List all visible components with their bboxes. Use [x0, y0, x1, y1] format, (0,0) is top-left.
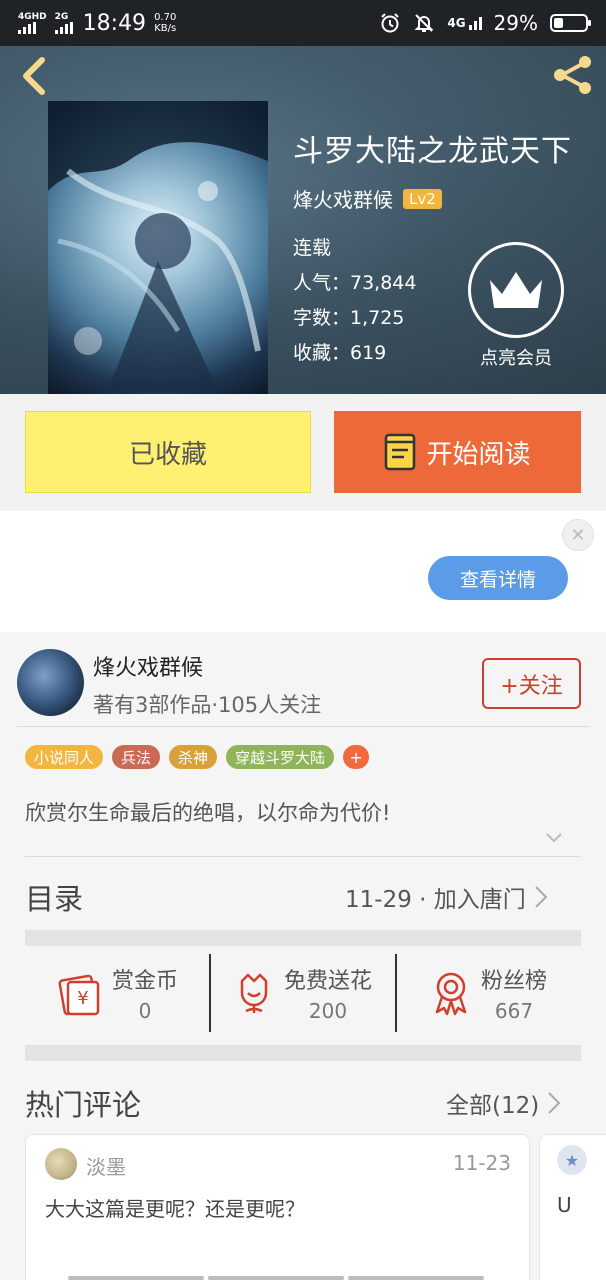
back-arrow-icon: [23, 57, 45, 95]
book-author[interactable]: 烽火戏群候: [293, 184, 393, 213]
comment-text: 大大这篇是更呢？还是更呢？: [45, 1197, 305, 1221]
battery-percent: 29%: [493, 11, 538, 35]
network-speed: 0.70 KB/s: [154, 12, 176, 34]
chevron-down-icon[interactable]: [545, 832, 563, 844]
section-spacer: [25, 1045, 581, 1061]
flower-icon: [240, 973, 268, 1013]
mute-bell-icon: [413, 12, 435, 34]
action-bar: 已收藏 开始阅读: [0, 394, 606, 510]
svg-text:¥: ¥: [77, 988, 88, 1009]
start-reading-button[interactable]: 开始阅读: [334, 411, 581, 493]
follow-button[interactable]: +关注: [482, 658, 581, 709]
speed-value: 0.70: [154, 12, 177, 23]
fans-rank-button[interactable]: 粉丝榜 667: [395, 954, 581, 1032]
network-type-3: 4G: [447, 16, 466, 30]
comment-card[interactable]: ★ U: [539, 1134, 606, 1280]
hot-comments-title: 热门评论: [25, 1088, 142, 1122]
reward-value: 0: [138, 999, 152, 1023]
divider: [17, 726, 589, 727]
signal-2g-icon: 2G: [54, 11, 73, 34]
add-tag-button[interactable]: +: [343, 745, 370, 769]
clock: 18:49: [82, 10, 147, 36]
chevron-right-icon: [548, 1092, 561, 1114]
cover-artwork: [48, 101, 268, 391]
comment-card[interactable]: 淡墨 11-23 大大这篇是更呢？还是更呢？: [25, 1134, 530, 1280]
speed-unit: KB/s: [154, 23, 177, 34]
comment-date: 11-23: [452, 1151, 511, 1175]
tag-item[interactable]: 杀神: [169, 745, 218, 769]
book-title: 斗罗大陆之龙武天下: [293, 134, 572, 169]
signal-4g-icon: 4GHD: [18, 11, 47, 34]
flower-value: 200: [308, 999, 348, 1023]
author-stats: 著有3部作品·105人关注: [93, 693, 322, 717]
section-spacer: [25, 930, 581, 946]
vip-button[interactable]: 点亮会员: [468, 242, 564, 370]
author-level-badge: Lv2: [403, 188, 442, 209]
fans-value: 667: [494, 999, 534, 1023]
ad-close-icon[interactable]: ✕: [562, 519, 594, 551]
network-type-2: 2G: [54, 11, 69, 22]
network-type-1: 4GHD: [18, 11, 47, 22]
start-reading-label: 开始阅读: [426, 439, 531, 470]
view-details-button[interactable]: 查看详情: [428, 556, 568, 600]
status-bar: 4GHD 2G 18:49 0.70 KB/s 4G 29%: [0, 0, 606, 46]
battery-icon: [550, 14, 591, 32]
mobile-data-icon: 4G: [447, 16, 482, 30]
back-button[interactable]: [16, 56, 50, 96]
share-icon: [554, 56, 591, 94]
latest-chapter: 11-29 · 加入唐门: [345, 887, 526, 913]
book-intro: 欣赏尔生命最后的绝唱，以尔命为代价!: [25, 801, 391, 825]
share-button[interactable]: [550, 52, 596, 98]
send-flower-button[interactable]: 免费送花 200: [209, 954, 395, 1032]
all-comments-label: 全部(12): [446, 1093, 540, 1119]
toc-title[interactable]: 目录: [25, 876, 83, 918]
tag-item[interactable]: 小说同人: [25, 745, 104, 769]
collected-label: 已收藏: [128, 439, 207, 470]
crown-icon: [490, 272, 542, 308]
reward-coins-button[interactable]: ¥ 赏金币 0: [25, 954, 209, 1032]
collected-button[interactable]: 已收藏: [25, 411, 311, 493]
divider: [25, 856, 581, 857]
stats-row: ¥ 赏金币 0 免费送花 200 粉丝榜 667: [25, 954, 581, 1032]
carousel-indicator: [68, 1276, 484, 1280]
book-icon: [385, 433, 416, 471]
comment-text: U: [557, 1193, 572, 1217]
fans-label: 粉丝榜: [480, 969, 547, 994]
commenter-avatar[interactable]: ★: [557, 1145, 587, 1175]
author-avatar[interactable]: [17, 649, 84, 716]
author-name[interactable]: 烽火戏群候: [93, 650, 203, 682]
tag-item[interactable]: 穿越斗罗大陆: [226, 745, 335, 769]
tag-list: 小说同人 兵法 杀神 穿越斗罗大陆 +: [25, 745, 370, 769]
vip-label: 点亮会员: [480, 348, 552, 369]
flower-label: 免费送花: [283, 969, 372, 994]
tag-item[interactable]: 兵法: [112, 745, 161, 769]
latest-chapter-link[interactable]: 11-29 · 加入唐门: [345, 880, 548, 914]
ad-banner: ✕ 查看详情: [0, 511, 606, 632]
alarm-icon: [379, 12, 401, 34]
chevron-right-icon: [535, 886, 548, 908]
book-cover[interactable]: [48, 101, 268, 394]
all-comments-link[interactable]: 全部(12): [446, 1086, 561, 1120]
reward-label: 赏金币: [111, 969, 178, 994]
commenter-avatar[interactable]: [45, 1148, 77, 1180]
book-details: 烽火戏群候 著有3部作品·105人关注 +关注 小说同人 兵法 杀神 穿越斗罗大…: [0, 632, 606, 1280]
commenter-name[interactable]: 淡墨: [86, 1151, 126, 1180]
coin-envelope-icon: ¥: [58, 974, 100, 1016]
medal-icon: [435, 972, 467, 1016]
book-header: 斗罗大陆之龙武天下 烽火戏群候 Lv2 连载 人气：73,844 字数：1,72…: [0, 46, 606, 394]
